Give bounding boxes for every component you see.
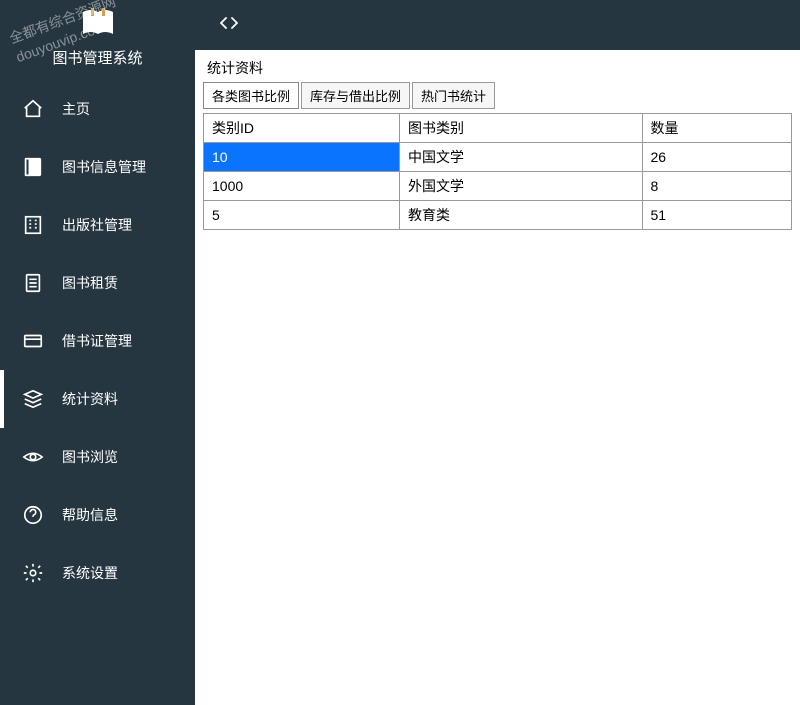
sidebar-item-2[interactable]: 出版社管理: [0, 196, 195, 254]
table-header: 类别ID: [204, 114, 400, 143]
table-row[interactable]: 5教育类51: [204, 201, 792, 230]
panel-title: 统计资料: [203, 56, 792, 80]
sidebar-item-label: 借书证管理: [62, 331, 132, 351]
sidebar-item-label: 主页: [62, 99, 90, 119]
nav: 主页图书信息管理出版社管理图书租赁借书证管理统计资料图书浏览帮助信息系统设置: [0, 80, 195, 602]
stats-table: 类别ID图书类别数量 10中国文学261000外国文学85教育类51: [203, 113, 792, 230]
brand-title: 图书管理系统: [0, 47, 195, 68]
sidebar-item-label: 帮助信息: [62, 505, 118, 525]
table-cell: 1000: [204, 172, 400, 201]
sidebar-item-8[interactable]: 系统设置: [0, 544, 195, 602]
table-row[interactable]: 1000外国文学8: [204, 172, 792, 201]
table-cell: 51: [642, 201, 792, 230]
sidebar-item-1[interactable]: 图书信息管理: [0, 138, 195, 196]
building-icon: [22, 214, 44, 236]
table-cell: 10: [204, 143, 400, 172]
table-cell: 中国文学: [400, 143, 643, 172]
home-icon: [22, 98, 44, 120]
table-header: 数量: [642, 114, 792, 143]
table-header-row: 类别ID图书类别数量: [204, 114, 792, 143]
brand-icon: [0, 8, 195, 43]
brand: 图书管理系统: [0, 0, 195, 80]
tabs: 各类图书比例库存与借出比例热门书统计: [203, 82, 792, 109]
sidebar-item-7[interactable]: 帮助信息: [0, 486, 195, 544]
table-cell: 8: [642, 172, 792, 201]
book-icon: [22, 156, 44, 178]
sidebar-item-0[interactable]: 主页: [0, 80, 195, 138]
table-body: 10中国文学261000外国文学85教育类51: [204, 143, 792, 230]
sidebar-item-4[interactable]: 借书证管理: [0, 312, 195, 370]
table-cell: 5: [204, 201, 400, 230]
tab-2[interactable]: 热门书统计: [412, 82, 495, 109]
table-cell: 外国文学: [400, 172, 643, 201]
stack-icon: [22, 388, 44, 410]
sidebar-item-label: 系统设置: [62, 563, 118, 583]
table-cell: 教育类: [400, 201, 643, 230]
tab-1[interactable]: 库存与借出比例: [301, 82, 410, 109]
help-icon: [22, 504, 44, 526]
document-icon: [22, 272, 44, 294]
eye-icon: [22, 446, 44, 468]
sidebar-item-3[interactable]: 图书租赁: [0, 254, 195, 312]
table-cell: 26: [642, 143, 792, 172]
tab-0[interactable]: 各类图书比例: [203, 82, 299, 109]
sidebar-item-label: 出版社管理: [62, 215, 132, 235]
sidebar-item-label: 图书浏览: [62, 447, 118, 467]
table-row[interactable]: 10中国文学26: [204, 143, 792, 172]
gear-icon: [22, 562, 44, 584]
fullscreen-toggle-icon[interactable]: [220, 16, 238, 35]
sidebar-item-label: 图书租赁: [62, 273, 118, 293]
card-icon: [22, 330, 44, 352]
sidebar-item-5[interactable]: 统计资料: [0, 370, 195, 428]
main-content: 统计资料 各类图书比例库存与借出比例热门书统计 类别ID图书类别数量 10中国文…: [195, 50, 800, 705]
sidebar-item-6[interactable]: 图书浏览: [0, 428, 195, 486]
sidebar-item-label: 统计资料: [62, 389, 118, 409]
sidebar-item-label: 图书信息管理: [62, 157, 146, 177]
sidebar: 图书管理系统 主页图书信息管理出版社管理图书租赁借书证管理统计资料图书浏览帮助信…: [0, 50, 195, 705]
table-header: 图书类别: [400, 114, 643, 143]
